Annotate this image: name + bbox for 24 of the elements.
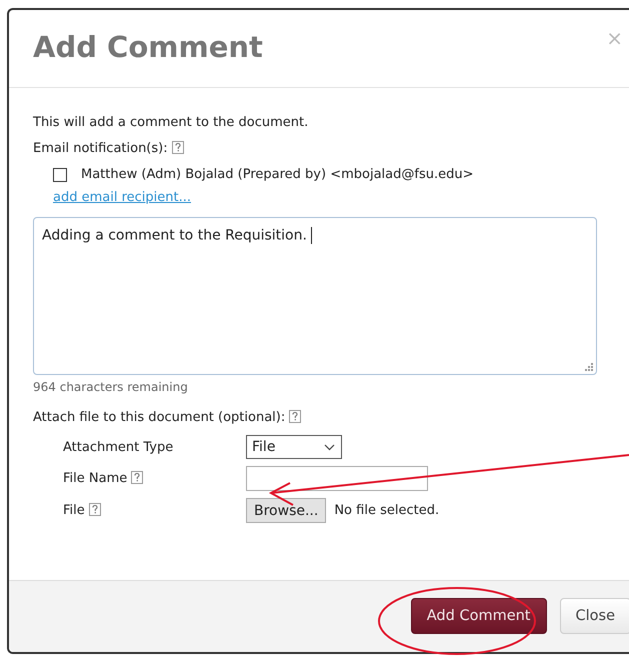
browse-button[interactable]: Browse... bbox=[246, 498, 326, 523]
recipient-label: Matthew (Adm) Bojalad (Prepared by) <mbojalad@fsu.edu> bbox=[81, 167, 474, 182]
intro-text: This will add a comment to the document. bbox=[33, 115, 308, 130]
field-label: Email notification(s): bbox=[33, 141, 168, 156]
dialog-title: Add Comment bbox=[33, 30, 263, 64]
field-label: Attach file to this document (optional): bbox=[33, 410, 286, 425]
attachment-type-dropdown[interactable]: File bbox=[246, 435, 342, 459]
file-status: No file selected. bbox=[334, 503, 440, 518]
characters-remaining: 964 characters remaining bbox=[33, 380, 188, 394]
checkbox[interactable] bbox=[53, 168, 67, 182]
field-label: File bbox=[63, 503, 85, 518]
file-name-field[interactable] bbox=[246, 466, 428, 491]
help-icon[interactable] bbox=[172, 141, 184, 154]
help-icon[interactable] bbox=[289, 410, 302, 423]
chevron-icon bbox=[324, 444, 335, 450]
comment-field[interactable]: Adding a comment to the Requisition. bbox=[33, 217, 597, 375]
add-comment-button[interactable]: Add Comment bbox=[410, 598, 546, 634]
close-button[interactable]: Close bbox=[560, 598, 629, 634]
resize-grip-icon[interactable] bbox=[585, 363, 593, 371]
help-icon[interactable] bbox=[131, 471, 144, 484]
add-recipient-link[interactable]: add email recipient... bbox=[53, 190, 191, 205]
help-icon[interactable] bbox=[88, 503, 101, 516]
field-label: Attachment Type bbox=[63, 440, 174, 454]
field-label: File Name bbox=[63, 471, 128, 486]
